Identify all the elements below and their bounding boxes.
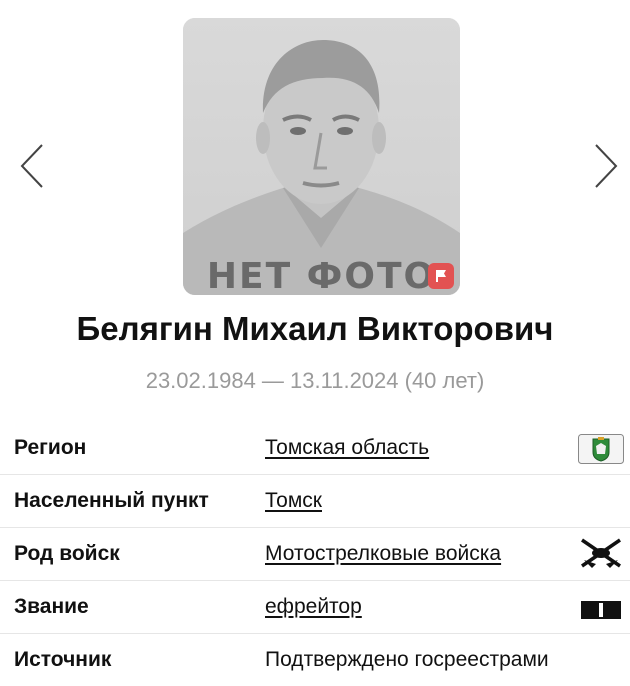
no-photo-label: НЕТ ФОТО: [206, 256, 437, 295]
branch-label: Род войск: [14, 542, 120, 565]
details-row-rank: Звание ефрейтор: [0, 581, 630, 634]
region-link[interactable]: Томская область: [265, 436, 429, 460]
settlement-label: Населенный пункт: [14, 489, 209, 512]
portrait-photo: НЕТ ФОТО: [183, 18, 460, 295]
details-row-settlement: Населенный пункт Томск: [0, 475, 630, 528]
flag-icon: [436, 270, 446, 282]
corporal-rank-stripe-icon: [578, 593, 624, 626]
region-label: Регион: [14, 436, 87, 459]
settlement-link[interactable]: Томск: [265, 489, 322, 513]
life-dates: 23.02.1984 — 13.11.2024 (40 лет): [145, 368, 485, 393]
source-value: Подтверждено госреестрами: [265, 648, 549, 671]
source-label: Источник: [14, 648, 112, 671]
silhouette-image: [183, 18, 460, 295]
motorized-rifle-emblem-icon: [578, 538, 624, 575]
details-row-region: Регион Томская область: [0, 422, 630, 475]
rank-link[interactable]: ефрейтор: [265, 595, 362, 619]
tomsk-coat-of-arms-icon: [578, 434, 624, 469]
details-row-source: Источник Подтверждено госреестрами: [0, 634, 630, 686]
next-arrow-icon[interactable]: [586, 140, 626, 192]
prev-arrow-icon[interactable]: [12, 140, 52, 192]
rank-label: Звание: [14, 595, 89, 618]
branch-link[interactable]: Мотострелковые войска: [265, 542, 501, 566]
person-name: Белягин Михаил Викторович: [76, 310, 554, 347]
report-flag-button[interactable]: [428, 263, 454, 289]
details-table: Регион Томская область Населенный пункт …: [0, 422, 630, 686]
details-row-branch: Род войск Мотострелковые войска: [0, 528, 630, 581]
